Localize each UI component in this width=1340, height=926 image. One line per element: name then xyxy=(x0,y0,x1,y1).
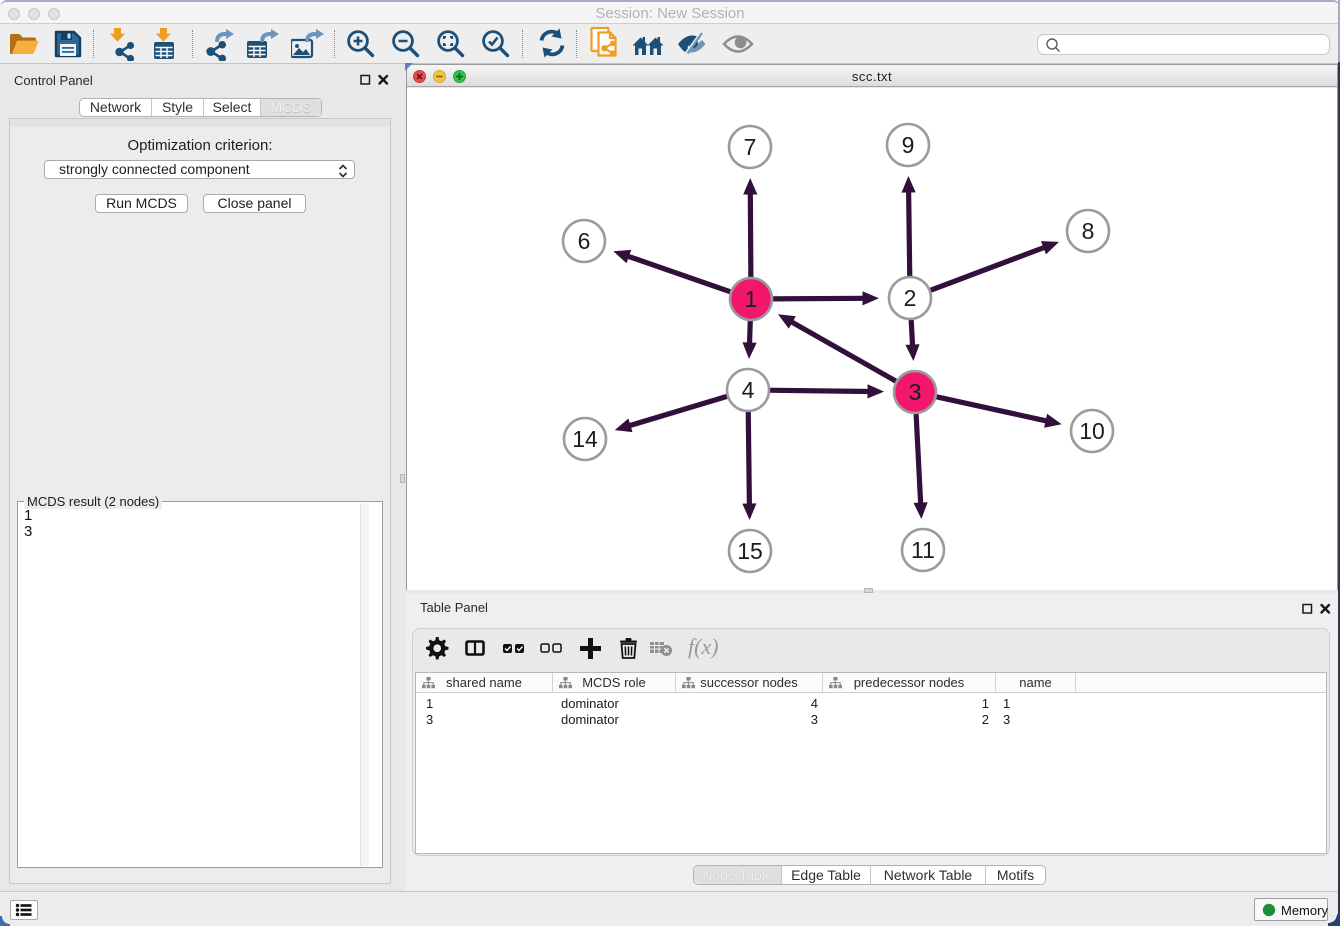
svg-text:4: 4 xyxy=(742,377,755,403)
svg-text:14: 14 xyxy=(572,426,598,452)
svg-text:9: 9 xyxy=(902,132,915,158)
svg-text:8: 8 xyxy=(1082,218,1095,244)
svg-text:10: 10 xyxy=(1079,418,1105,444)
svg-text:15: 15 xyxy=(737,538,763,564)
svg-text:1: 1 xyxy=(745,286,758,312)
svg-text:6: 6 xyxy=(578,228,591,254)
svg-text:7: 7 xyxy=(744,134,757,160)
svg-text:11: 11 xyxy=(911,537,935,563)
svg-text:2: 2 xyxy=(904,285,917,311)
svg-text:3: 3 xyxy=(909,379,922,405)
